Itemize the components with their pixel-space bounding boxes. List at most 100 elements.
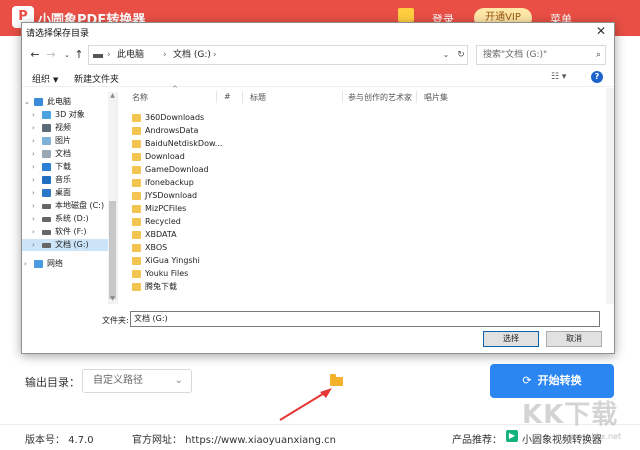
close-icon[interactable]: ✕ — [594, 23, 608, 39]
list-item[interactable]: Youku Files — [132, 268, 232, 280]
red-arrow-annotation — [279, 388, 332, 421]
folder-icon — [132, 205, 141, 213]
col-artist[interactable]: 参与创作的艺术家 — [348, 92, 412, 103]
folder-icon — [132, 244, 141, 252]
list-item[interactable]: Download — [132, 151, 232, 163]
list-item[interactable]: ifonebackup — [132, 177, 232, 189]
select-button[interactable]: 选择 — [483, 331, 539, 347]
folder-icon — [132, 127, 141, 135]
folder-icon — [132, 192, 141, 200]
sidebar-item-desktop[interactable]: › 桌面 — [22, 187, 108, 199]
sync-icon: ⟳ — [522, 374, 532, 387]
address-bar[interactable]: › 此电脑 › 文档 (G:) › ⌄ ↻ — [88, 45, 468, 65]
folder-icon — [132, 257, 141, 265]
caret-down-icon: ▼ — [53, 76, 59, 84]
new-folder-button[interactable]: 新建文件夹 — [74, 72, 119, 85]
sidebar-item-drive-f[interactable]: › 软件 (F:) — [22, 226, 108, 238]
sidebar-item-this-pc[interactable]: ⌄ 此电脑 — [22, 96, 108, 108]
file-list: ^ 名称 # 标题 参与创作的艺术家 唱片集 360Downloads Andr… — [120, 85, 614, 304]
view-options-icon[interactable]: ☷ ▾ — [551, 72, 566, 82]
folder-icon — [132, 179, 141, 187]
downloads-icon — [42, 163, 51, 171]
folder-field-label: 文件夹: — [102, 316, 129, 325]
sidebar-item-drive-d[interactable]: › 系统 (D:) — [22, 213, 108, 225]
chevron-down-icon[interactable]: ⌄ — [439, 46, 453, 64]
drive-icon — [93, 54, 103, 58]
search-input[interactable]: 搜索"文档 (G:)" ⌕ — [476, 45, 606, 65]
search-icon: ⌕ — [595, 50, 601, 60]
recommend-label: 产品推荐： — [452, 435, 502, 446]
col-album[interactable]: 唱片集 — [424, 92, 448, 103]
file-list-scrollbar[interactable] — [606, 88, 614, 304]
help-icon[interactable]: ? — [591, 71, 603, 83]
col-name[interactable]: 名称 — [132, 92, 148, 103]
scroll-up-icon[interactable]: ▲ — [108, 92, 117, 99]
sidebar-item-downloads[interactable]: › 下载 — [22, 161, 108, 173]
list-item[interactable]: MizPCFiles — [132, 203, 232, 215]
sidebar-scrollbar[interactable]: ▲ ▼ — [108, 92, 117, 304]
version-text: 版本号： 4.7.0 — [25, 435, 94, 446]
list-item[interactable]: BaiduNetdiskDow... — [132, 138, 232, 150]
sidebar-item-pictures[interactable]: › 图片 — [22, 135, 108, 147]
drive-icon — [42, 217, 51, 222]
scroll-down-icon[interactable]: ▼ — [108, 295, 117, 302]
folder-icon — [132, 218, 141, 226]
list-item[interactable]: XBOS — [132, 242, 232, 254]
list-item[interactable]: AndrowsData — [132, 125, 232, 137]
start-convert-button[interactable]: ⟳ 开始转换 — [490, 364, 614, 398]
folder-icon — [132, 153, 141, 161]
nav-bar: ← → ⌄ ↑ › 此电脑 › 文档 (G:) › ⌄ ↻ 搜索"文档 (G:)… — [22, 43, 614, 69]
3d-objects-icon — [42, 111, 51, 119]
col-title[interactable]: 标题 — [250, 92, 266, 103]
start-convert-label: 开始转换 — [537, 374, 582, 387]
sidebar-item-music[interactable]: › 音乐 — [22, 174, 108, 186]
sidebar-item-videos[interactable]: › 视频 — [22, 122, 108, 134]
sidebar-item-network[interactable]: › 网络 — [22, 258, 108, 270]
desktop-icon — [42, 189, 51, 197]
save-dir-dialog: 请选择保存目录 ✕ ← → ⌄ ↑ › 此电脑 › 文档 (G:) › ⌄ ↻ … — [21, 22, 615, 354]
cancel-button[interactable]: 取消 — [546, 331, 602, 347]
list-item[interactable]: 腾兔下载 — [132, 281, 232, 293]
breadcrumb-this-pc[interactable]: 此电脑 — [117, 46, 144, 64]
output-dir-label: 输出目录： — [25, 376, 80, 389]
sidebar-item-drive-c[interactable]: › 本地磁盘 (C:) — [22, 200, 108, 212]
list-item[interactable]: GameDownload — [132, 164, 232, 176]
video-converter-icon[interactable]: ▶ — [506, 430, 518, 442]
list-item[interactable]: 360Downloads — [132, 112, 232, 124]
forward-arrow-icon[interactable]: → — [44, 48, 58, 62]
drive-icon — [42, 243, 51, 248]
list-item[interactable]: JYSDownload — [132, 190, 232, 202]
sidebar-scroll-thumb[interactable] — [109, 201, 116, 299]
sidebar-item-documents[interactable]: › 文档 — [22, 148, 108, 160]
folder-icon — [132, 283, 141, 291]
list-item[interactable]: XBDATA — [132, 229, 232, 241]
chevron-down-icon: ⌄ — [174, 375, 183, 386]
network-icon — [34, 260, 43, 268]
gift-icon[interactable] — [398, 8, 414, 22]
refresh-icon[interactable]: ↻ — [453, 46, 469, 64]
website-text: 官方网址： https://www.xiaoyuanxiang.cn — [132, 435, 337, 446]
back-arrow-icon[interactable]: ← — [28, 48, 42, 62]
col-number[interactable]: # — [224, 92, 231, 101]
list-item[interactable]: XiGua Yingshi — [132, 255, 232, 267]
folder-icon — [132, 140, 141, 148]
drive-icon — [42, 230, 51, 235]
computer-icon — [34, 98, 43, 106]
output-path-select[interactable]: 自定义路径 ⌄ — [82, 369, 192, 393]
dialog-title: 请选择保存目录 — [26, 29, 90, 39]
sidebar-item-3d[interactable]: › 3D 对象 — [22, 109, 108, 121]
nav-pane: ⌄ 此电脑 › 3D 对象 › 视频 › 图片 › 文档 › 下载 › 音乐 ›… — [22, 92, 118, 304]
folder-name-input[interactable]: 文档 (G:) — [130, 311, 600, 327]
sidebar-item-drive-g[interactable]: › 文档 (G:) — [22, 239, 108, 251]
up-arrow-icon[interactable]: ↑ — [72, 48, 86, 62]
watermark-url: www.kkx.net — [570, 432, 622, 441]
organize-button[interactable]: 组织 ▼ — [32, 72, 58, 85]
dialog-toolbar: 组织 ▼ 新建文件夹 ☷ ▾ ? — [22, 71, 614, 87]
videos-icon — [42, 124, 51, 132]
search-placeholder: 搜索"文档 (G:)" — [483, 50, 548, 60]
folder-icon — [132, 114, 141, 122]
list-item[interactable]: Recycled — [132, 216, 232, 228]
folder-icon — [132, 231, 141, 239]
watermark: KK下载 — [522, 400, 619, 430]
breadcrumb-docs-g[interactable]: 文档 (G:) — [173, 46, 211, 64]
